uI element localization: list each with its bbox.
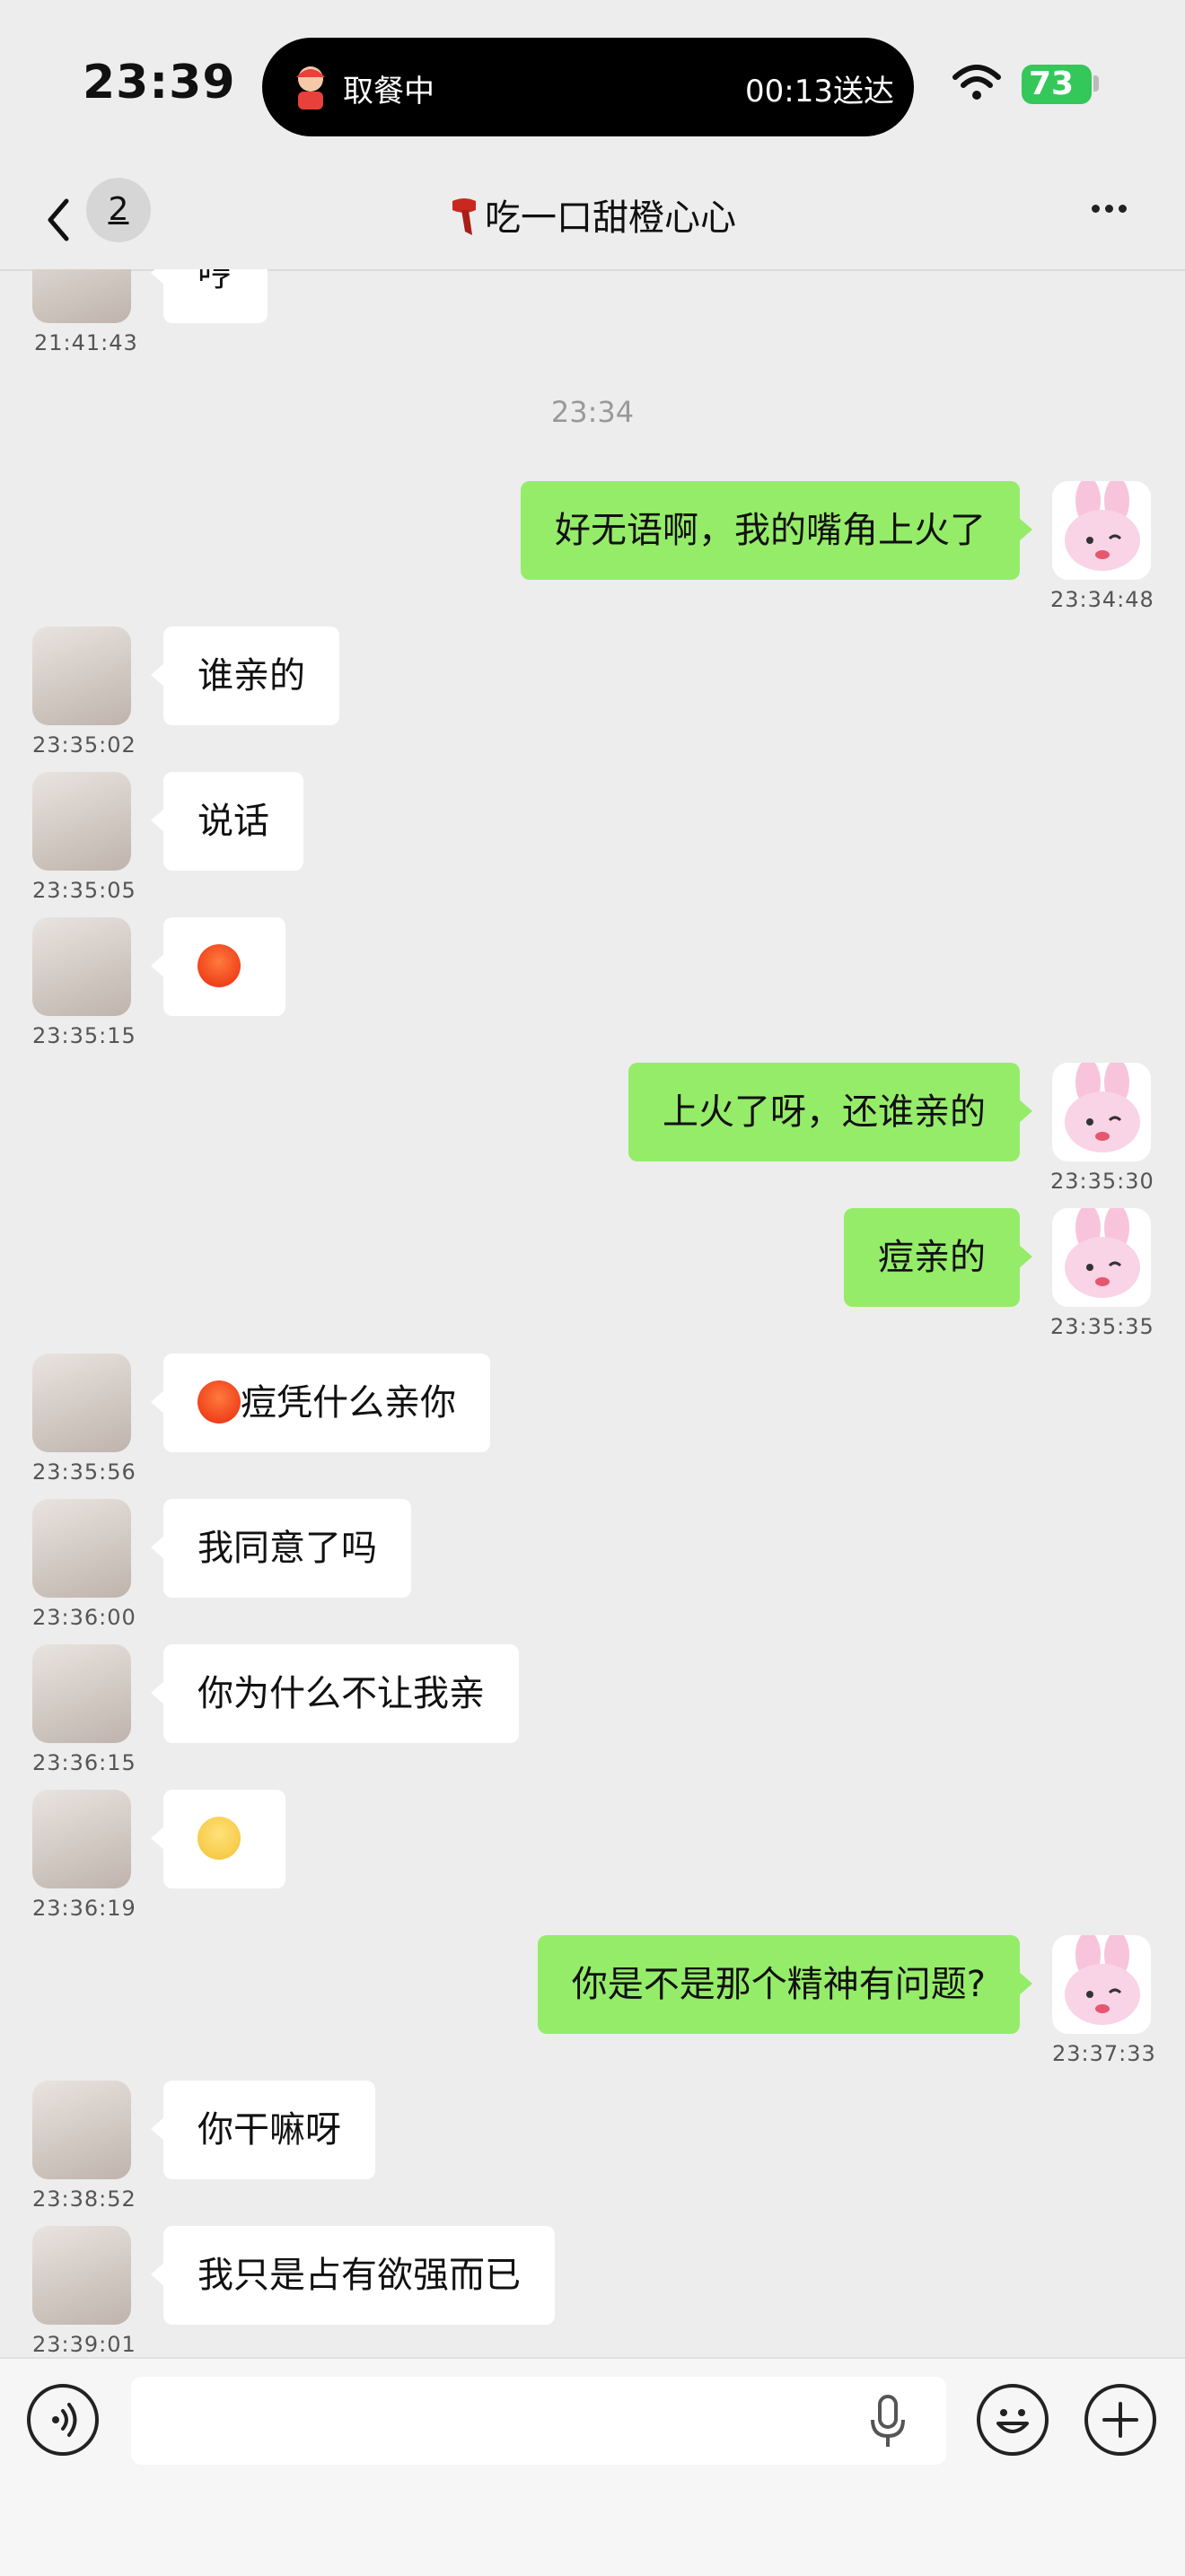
message-timestamp: 23:35:05 [32,878,136,903]
message-timestamp: 23:36:19 [32,1896,136,1921]
message-timestamp: 23:35:02 [32,732,136,758]
message-bubble-incoming[interactable] [151,917,285,1016]
delivery-rider-icon [296,66,325,110]
message-bubble-incoming[interactable]: 哼 [151,269,268,323]
message-bubble-incoming[interactable]: 说话 [151,772,303,871]
message-bubble-incoming[interactable] [151,1790,285,1888]
message-list[interactable]: 哼 21:41:43 23:34 好无语啊，我的嘴角上火了 23:34:48 谁… [0,269,1185,2357]
battery-indicator: 73 [1022,65,1092,104]
center-time-divider: 23:34 [550,395,635,429]
contact-avatar[interactable] [32,1499,131,1598]
message-bubble-incoming[interactable]: 我同意了吗 [151,1499,411,1598]
message-timestamp: 23:35:56 [32,1459,136,1485]
contact-avatar[interactable] [32,1790,131,1888]
message-timestamp: 23:37:33 [1052,2041,1156,2066]
message-bubble-incoming[interactable]: 我只是占有欲强而已 [151,2226,555,2325]
dynamic-island-delivery[interactable]: 取餐中 00:13送达 [262,38,914,136]
message-timestamp: 23:35:15 [32,1023,136,1048]
microphone-icon[interactable] [865,2393,910,2450]
my-avatar[interactable] [1052,481,1151,580]
message-timestamp: 21:41:43 [34,330,138,355]
chat-title: 吃一口甜橙心心 [0,188,1185,241]
message-timestamp: 23:36:15 [32,1750,136,1775]
input-bar [0,2357,1185,2576]
contact-avatar[interactable] [32,626,131,725]
contact-avatar[interactable] [32,2081,131,2179]
more-functions-button[interactable] [1084,2384,1156,2456]
message-bubble-outgoing[interactable]: 你是不是那个精神有问题? [537,1935,1033,2034]
smiley-face-icon [996,2409,1029,2433]
contact-avatar[interactable] [32,917,131,1016]
message-input[interactable] [131,2377,946,2465]
island-label: 取餐中 [343,74,434,110]
message-bubble-outgoing[interactable]: 好无语啊，我的嘴角上火了 [521,481,1032,580]
bunny-avatar-icon [1052,1935,1151,2034]
anxious-sweat-emoji [198,1817,241,1860]
emoji-button[interactable] [977,2384,1049,2456]
scarf-emoji-icon [452,198,476,235]
message-timestamp: 23:34:48 [1050,587,1154,612]
message-bubble-incoming[interactable]: 痘凭什么亲你 [151,1354,490,1452]
plus-icon [1102,2402,1138,2438]
status-time: 23:39 [83,56,236,110]
voice-mode-button[interactable] [27,2384,99,2456]
message-bubble-outgoing[interactable]: 痘亲的 [844,1208,1032,1307]
message-timestamp: 23:38:52 [32,2186,136,2212]
message-text: 痘凭什么亲你 [241,1382,456,1424]
angry-face-emoji [198,944,241,987]
bunny-avatar-icon [1052,1063,1151,1161]
my-avatar[interactable] [1052,1063,1151,1161]
message-timestamp: 23:35:30 [1050,1169,1154,1194]
voice-wave-icon [52,2403,77,2437]
status-bar: 23:39 取餐中 00:13送达 73 [0,0,1185,171]
my-avatar[interactable] [1052,1208,1151,1307]
message-bubble-incoming[interactable]: 谁亲的 [151,626,339,725]
message-timestamp: 23:35:35 [1050,1314,1154,1339]
contact-avatar[interactable] [32,1354,131,1452]
bunny-avatar-icon [1052,1208,1151,1307]
bunny-avatar-icon [1052,481,1151,580]
my-avatar[interactable] [1052,1935,1151,2034]
contact-avatar[interactable] [32,2226,131,2325]
island-eta: 00:13送达 [745,74,894,110]
message-bubble-incoming[interactable]: 你为什么不让我亲 [151,1644,519,1743]
wifi-icon [952,65,1001,100]
message-timestamp: 23:36:00 [32,1605,136,1630]
contact-avatar[interactable] [32,1644,131,1743]
contact-avatar[interactable] [32,269,131,323]
contact-avatar[interactable] [32,772,131,871]
message-bubble-incoming[interactable]: 你干嘛呀 [151,2081,375,2179]
battery-tip [1093,75,1099,92]
message-timestamp: 23:39:01 [32,2332,136,2357]
message-bubble-outgoing[interactable]: 上火了呀，还谁亲的 [628,1063,1032,1161]
chat-title-text: 吃一口甜橙心心 [485,197,736,239]
angry-face-emoji [198,1380,241,1424]
more-options-icon[interactable] [1092,199,1137,226]
